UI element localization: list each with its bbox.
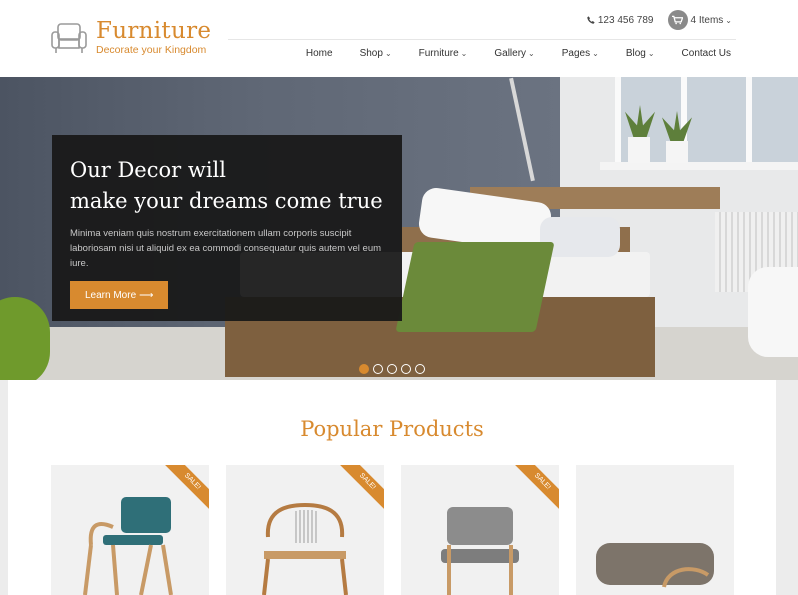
chevron-down-icon: ⌄	[592, 49, 599, 58]
nav-blog[interactable]: Blog ⌄	[626, 48, 655, 59]
product-card-footstool[interactable]	[576, 465, 734, 595]
nav-pages[interactable]: Pages ⌄	[562, 48, 599, 59]
slider-dot-4[interactable]	[401, 364, 411, 374]
slider-dot-1[interactable]	[359, 364, 369, 374]
chevron-down-icon: ⌄	[384, 49, 392, 58]
topbar: 123 456 789 4 Items ⌄	[587, 10, 732, 30]
phone-contact[interactable]: 123 456 789	[587, 15, 654, 26]
green-chair	[0, 297, 50, 380]
learn-more-button[interactable]: Learn More ⟶	[70, 281, 169, 309]
slider-dot-2[interactable]	[373, 364, 383, 374]
header-divider	[228, 39, 736, 40]
footstool-image	[596, 543, 714, 588]
chevron-down-icon: ⌄	[647, 49, 655, 58]
green-throw-blanket	[395, 242, 555, 332]
arrow-right-icon: ⟶	[139, 289, 154, 301]
product-card-wire-back-chair[interactable]: SALE!	[226, 465, 384, 595]
brand-name: Furniture	[96, 18, 212, 44]
product-card-teal-armchair[interactable]: SALE!	[51, 465, 209, 595]
chevron-down-icon: ⌄	[725, 15, 732, 25]
cart-button[interactable]: 4 Items ⌄	[667, 10, 732, 30]
plant-pot	[666, 141, 688, 163]
product-card-grey-chair[interactable]: SALE!	[401, 465, 559, 595]
hero-title: Our Decor will make your dreams come tru…	[70, 158, 383, 213]
hero-caption: Our Decor will make your dreams come tru…	[52, 135, 402, 321]
hero-slider: Our Decor will make your dreams come tru…	[0, 77, 798, 380]
popular-products-section: Popular Products SALE! SALE! SALE!	[0, 380, 798, 595]
brand-tagline: Decorate your Kingdom	[96, 44, 207, 56]
slider-dot-3[interactable]	[387, 364, 397, 374]
plant-pot	[628, 137, 650, 163]
armchair-logo-icon	[51, 23, 87, 53]
section-title: Popular Products	[300, 417, 484, 441]
logo[interactable]: Furniture Decorate your Kingdom	[50, 18, 211, 56]
cart-count: 4 Items	[690, 14, 724, 26]
chevron-down-icon: ⌄	[528, 49, 535, 58]
nav-gallery[interactable]: Gallery ⌄	[494, 48, 534, 59]
nav-furniture[interactable]: Furniture ⌄	[419, 48, 468, 59]
white-chair	[748, 267, 798, 357]
slider-dot-5[interactable]	[415, 364, 425, 374]
slider-dots	[359, 364, 429, 374]
hero-window-sill	[600, 162, 798, 170]
phone-icon	[587, 16, 595, 24]
main-nav: Home Shop ⌄ Furniture ⌄ Gallery ⌄ Pages ⌄ Bl…	[306, 48, 731, 59]
chevron-down-icon: ⌄	[460, 49, 468, 58]
cart-icon	[667, 10, 688, 30]
hero-description: Minima veniam quis nostrum exercitatione…	[70, 228, 382, 269]
phone-number: 123 456 789	[597, 14, 654, 26]
site-header: Furniture Decorate your Kingdom 123 456 …	[0, 0, 798, 77]
nav-contact[interactable]: Contact Us	[682, 48, 731, 59]
nav-home[interactable]: Home	[306, 48, 333, 59]
nav-shop[interactable]: Shop ⌄	[360, 48, 392, 59]
